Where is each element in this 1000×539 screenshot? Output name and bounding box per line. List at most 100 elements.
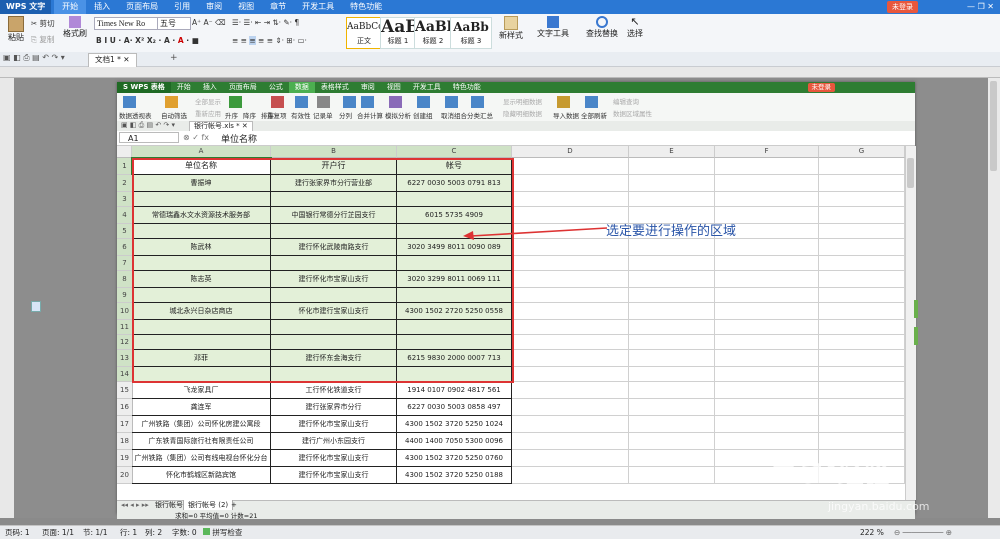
cell-A7[interactable] [132,256,271,271]
et-ribbon-item-17[interactable]: 隐藏明细数据 [503,108,542,118]
column-header-F[interactable]: F [715,146,819,158]
cell-empty[interactable] [512,320,629,335]
cell-empty[interactable] [512,271,629,288]
cell-B10[interactable]: 怀化市建行宝家山支行 [271,303,397,320]
cell-C12[interactable] [397,335,512,350]
cell-B12[interactable] [271,335,397,350]
cell-empty[interactable] [512,288,629,303]
et-menu-1[interactable]: 插入 [197,82,223,93]
writer-app-menu[interactable]: WPS 文字 [0,0,52,14]
row-header[interactable]: 11 [117,320,133,335]
cell-B19[interactable]: 建行怀化市宝家山支行 [271,450,397,467]
cell-empty[interactable] [512,192,629,207]
row-header[interactable]: 16 [117,399,133,416]
cell-empty[interactable] [819,350,905,367]
cell-empty[interactable] [715,256,819,271]
cell-empty[interactable] [629,303,715,320]
row-header[interactable]: 8 [117,271,133,288]
cell-empty[interactable] [715,158,819,175]
align-buttons[interactable]: ≡ ≡ ≡ ≡ ≡ ⇕· ⊞· ▭· [232,36,307,45]
cell-C8[interactable]: 3020 3299 8011 0069 111 [397,271,512,288]
cell-A16[interactable]: 龚连军 [132,399,271,416]
cell-B16[interactable]: 建行张家界市分行 [271,399,397,416]
et-ribbon-item-4[interactable]: 升序 [225,110,238,120]
row-header[interactable]: 3 [117,192,133,207]
column-header-C[interactable]: C [397,146,512,158]
cell-C2[interactable]: 6227 0030 5003 0791 813 [397,175,512,192]
row-header[interactable]: 7 [117,256,133,271]
writer-login-badge[interactable]: 未登录 [887,1,918,13]
row-header[interactable]: 2 [117,175,133,192]
cell-empty[interactable] [715,367,819,382]
select-all-corner[interactable] [117,146,132,158]
row-header[interactable]: 9 [117,288,133,303]
et-menu-3[interactable]: 公式 [263,82,289,93]
cell-empty[interactable] [819,367,905,382]
cell-empty[interactable] [629,192,715,207]
cell-A1[interactable]: 单位名称 [131,157,272,176]
cell-A9[interactable] [132,288,271,303]
cell-empty[interactable] [819,320,905,335]
cell-C4[interactable]: 6015 5735 4909 [397,207,512,224]
writer-menu-4[interactable]: 审阅 [198,0,230,14]
et-menu-6[interactable]: 审阅 [355,82,381,93]
cell-empty[interactable] [819,416,905,433]
cell-empty[interactable] [629,450,715,467]
add-sheet-button[interactable]: + [231,501,237,509]
et-ribbon-item-14[interactable]: 取消组合 [441,110,467,120]
cell-C17[interactable]: 4300 1502 3720 5250 1024 [397,416,512,433]
cell-A12[interactable] [132,335,271,350]
cell-B14[interactable] [271,367,397,382]
cell-empty[interactable] [629,399,715,416]
vertical-ruler[interactable] [0,78,14,518]
cell-empty[interactable] [629,382,715,399]
cell-A17[interactable]: 广州铁路（集团）公司怀化房建公寓段 [132,416,271,433]
cell-empty[interactable] [512,158,629,175]
list-buttons[interactable]: ☰· ☰· ⇤ ⇥ ⇅· ✎· ¶ [232,18,299,27]
cell-C15[interactable]: 1914 0107 0902 4817 561 [397,382,512,399]
document-scroll-thumb[interactable] [990,81,997,171]
cell-B18[interactable]: 建行广州小东园支行 [271,433,397,450]
cell-empty[interactable] [629,256,715,271]
writer-menu-1[interactable]: 插入 [86,0,118,14]
cell-B6[interactable]: 建行怀化武陵南路支行 [271,239,397,256]
cell-empty[interactable] [819,271,905,288]
cell-empty[interactable] [629,288,715,303]
cell-B9[interactable] [271,288,397,303]
cell-empty[interactable] [629,271,715,288]
et-ribbon-item-12[interactable]: 模拟分析 [385,110,411,120]
row-header[interactable]: 20 [117,467,133,484]
cell-empty[interactable] [629,239,715,256]
cell-empty[interactable] [512,433,629,450]
cell-empty[interactable] [715,399,819,416]
et-ribbon-item-1[interactable]: 自动筛选 [161,110,187,120]
row-header[interactable]: 15 [117,382,133,399]
et-ribbon-item-10[interactable]: 分列 [339,110,352,120]
et-ribbon-item-21[interactable]: 数据区域属性 [613,108,652,118]
cell-C20[interactable]: 4300 1502 3720 5250 0188 [397,467,512,484]
copy-button[interactable]: ⎘ 复制 [31,34,54,45]
cell-empty[interactable] [715,271,819,288]
cell-empty[interactable] [819,192,905,207]
row-header[interactable]: 5 [117,224,133,239]
cell-empty[interactable] [629,416,715,433]
row-header[interactable]: 12 [117,335,133,350]
style-gallery-item-2[interactable]: AaBl 标题 2 [414,17,452,49]
cell-C19[interactable]: 4300 1502 3720 5250 0760 [397,450,512,467]
row-header[interactable]: 10 [117,303,133,320]
cell-C9[interactable] [397,288,512,303]
cell-C14[interactable] [397,367,512,382]
zoom-level[interactable]: 222 % [860,526,884,539]
cell-empty[interactable] [629,433,715,450]
cell-empty[interactable] [715,335,819,350]
cell-empty[interactable] [715,175,819,192]
cell-empty[interactable] [715,382,819,399]
quick-access-icons[interactable]: ▣ ◧ ⎙ ▤ ↶ ↷ ▾ [3,53,65,63]
et-ribbon-item-7[interactable]: 重复项 [267,110,287,120]
cell-B1[interactable]: 开户行 [271,158,397,175]
cell-empty[interactable] [819,175,905,192]
cell-empty[interactable] [512,367,629,382]
cell-empty[interactable] [512,450,629,467]
cell-empty[interactable] [512,335,629,350]
zoom-slider[interactable]: ⊖ ───────── ⊕ [894,526,952,539]
